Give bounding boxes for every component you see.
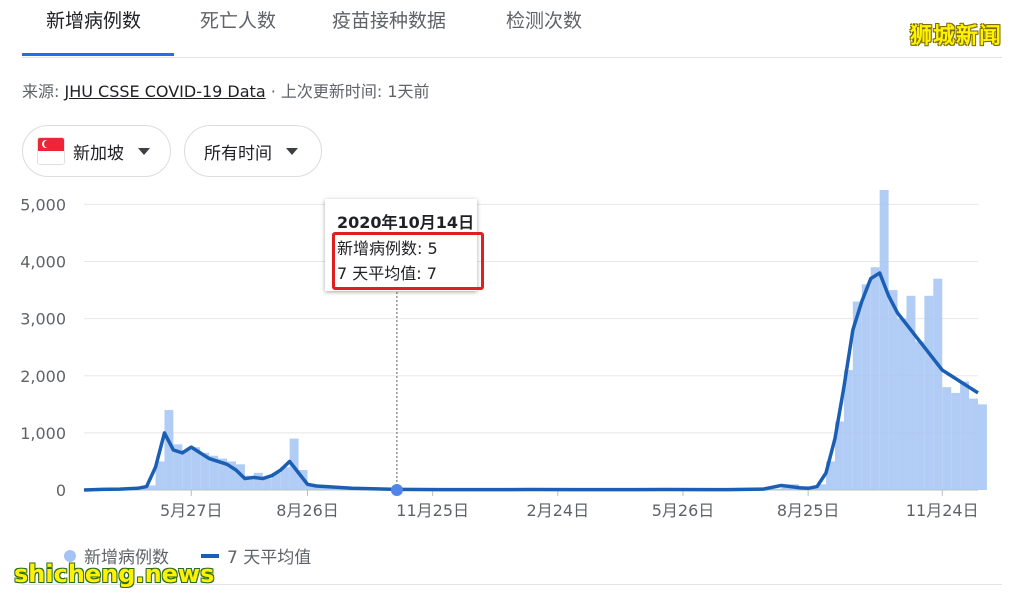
y-tick-label: 1,000 [20, 424, 66, 443]
source-link[interactable]: JHU CSSE COVID-19 Data [65, 82, 266, 101]
legend-line-label: 7 天平均值 [227, 548, 312, 568]
case-bar [870, 267, 880, 490]
case-bar [879, 190, 889, 490]
cases-chart[interactable]: 0 1,000 2,000 3,000 4,000 5,000 5月27日 8月26日 11月2… [0, 190, 1030, 530]
tab-new-cases[interactable]: 新增病例数 [46, 6, 141, 33]
metric-tabs: 新增病例数 死亡人数 疫苗接种数据 检测次数 [22, 0, 1002, 58]
tab-vaccinations[interactable]: 疫苗接种数据 [332, 6, 446, 33]
y-tick-label: 0 [56, 481, 66, 500]
source-prefix: 来源: [22, 82, 60, 101]
case-bar [933, 278, 943, 490]
x-tick-label: 8月25日 [777, 501, 840, 520]
country-select-label: 新加坡 [73, 143, 124, 164]
tab-tests[interactable]: 检测次数 [506, 6, 582, 33]
singapore-flag-icon [37, 137, 65, 165]
time-range-label: 所有时间 [204, 143, 272, 164]
y-tick-label: 5,000 [20, 195, 66, 214]
country-select[interactable]: 新加坡 [22, 125, 171, 177]
tooltip-highlight-box [332, 232, 484, 290]
x-tick-label: 5月26日 [652, 501, 715, 520]
x-tick-label: 2月24日 [527, 501, 590, 520]
x-tick-label: 11月25日 [396, 501, 469, 520]
active-tab-indicator [22, 53, 174, 56]
watermark-logo-bottom: shicheng.news [14, 560, 215, 588]
case-bar [888, 290, 898, 490]
case-bar [861, 284, 871, 490]
case-bar [182, 450, 192, 490]
hover-point [390, 484, 403, 496]
case-bar [253, 472, 263, 490]
legend-line-swatch [201, 553, 219, 558]
case-bar [960, 381, 970, 490]
update-time: · 上次更新时间: 1天前 [270, 82, 430, 101]
case-bar [262, 478, 272, 490]
case-bar [924, 295, 934, 490]
case-bar [969, 398, 978, 490]
x-tick-label: 5月27日 [160, 501, 223, 520]
case-bar [897, 318, 907, 490]
case-bar [951, 392, 961, 490]
chevron-down-icon [138, 147, 150, 155]
chevron-down-icon [286, 147, 298, 155]
tab-deaths[interactable]: 死亡人数 [200, 6, 276, 33]
tooltip-date: 2020年10月14日 [337, 213, 475, 232]
time-range-select[interactable]: 所有时间 [184, 125, 322, 177]
case-bar [915, 341, 925, 490]
x-tick-label: 8月26日 [276, 501, 339, 520]
y-tick-label: 2,000 [20, 367, 66, 386]
watermark-logo-top: 狮城新闻 [910, 24, 1003, 49]
x-tick-label: 11月24日 [906, 501, 979, 520]
case-bar [942, 387, 952, 490]
y-tick-label: 4,000 [20, 253, 66, 272]
y-tick-label: 3,000 [20, 310, 66, 329]
case-bar [978, 404, 987, 490]
data-source-line: 来源: JHU CSSE COVID-19 Data · 上次更新时间: 1天前 [22, 78, 430, 102]
